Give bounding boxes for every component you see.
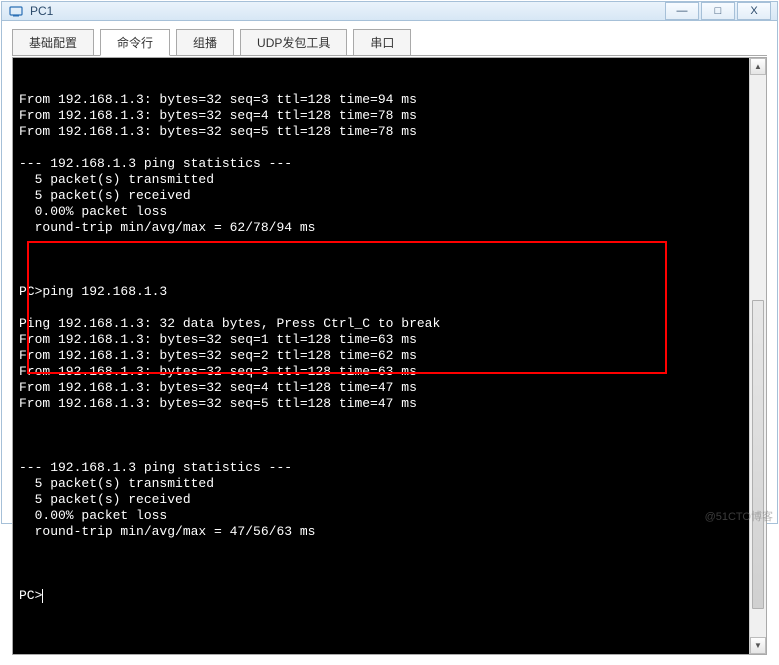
terminal-line: 0.00% packet loss: [19, 204, 760, 220]
terminal-line: From 192.168.1.3: bytes=32 seq=3 ttl=128…: [19, 92, 760, 108]
terminal-line: 0.00% packet loss: [19, 508, 760, 524]
prompt: PC>: [19, 588, 42, 603]
minimize-button[interactable]: —: [665, 2, 699, 20]
terminal-line: Ping 192.168.1.3: 32 data bytes, Press C…: [19, 316, 760, 332]
terminal-line: 5 packet(s) transmitted: [19, 476, 760, 492]
terminal-line: round-trip min/avg/max = 62/78/94 ms: [19, 220, 760, 236]
maximize-button[interactable]: □: [701, 2, 735, 20]
title-bar: PC1 — □ X: [2, 2, 777, 21]
terminal-line: From 192.168.1.3: bytes=32 seq=2 ttl=128…: [19, 348, 760, 364]
tab-command-line[interactable]: 命令行: [100, 29, 170, 56]
terminal-line: --- 192.168.1.3 ping statistics ---: [19, 156, 760, 172]
scroll-thumb[interactable]: [752, 300, 764, 609]
terminal-line: [19, 540, 760, 556]
terminal-line: PC>ping 192.168.1.3: [19, 284, 760, 300]
terminal[interactable]: From 192.168.1.3: bytes=32 seq=3 ttl=128…: [12, 57, 767, 655]
terminal-line: 5 packet(s) received: [19, 492, 760, 508]
terminal-line: 5 packet(s) received: [19, 188, 760, 204]
app-window: PC1 — □ X 基础配置 命令行 组播 UDP发包工具 串口 From 19…: [1, 1, 778, 524]
window-controls: — □ X: [663, 2, 771, 20]
scroll-down-button[interactable]: ▼: [750, 637, 766, 654]
terminal-line: --- 192.168.1.3 ping statistics ---: [19, 460, 760, 476]
scroll-up-button[interactable]: ▲: [750, 58, 766, 75]
tab-strip: 基础配置 命令行 组播 UDP发包工具 串口: [2, 21, 777, 56]
tab-multicast[interactable]: 组播: [176, 29, 234, 56]
terminal-line: [19, 444, 760, 460]
terminal-container: From 192.168.1.3: bytes=32 seq=3 ttl=128…: [2, 57, 777, 665]
terminal-line: From 192.168.1.3: bytes=32 seq=4 ttl=128…: [19, 380, 760, 396]
terminal-line: [19, 140, 760, 156]
cursor-icon: [42, 589, 43, 603]
terminal-line: From 192.168.1.3: bytes=32 seq=3 ttl=128…: [19, 364, 760, 380]
tab-basic-config[interactable]: 基础配置: [12, 29, 94, 56]
scroll-track[interactable]: [750, 75, 766, 637]
terminal-line: [19, 300, 760, 316]
window-title: PC1: [30, 4, 663, 18]
tab-udp-tool[interactable]: UDP发包工具: [240, 29, 347, 56]
terminal-line: round-trip min/avg/max = 47/56/63 ms: [19, 524, 760, 540]
close-button[interactable]: X: [737, 2, 771, 20]
terminal-line: From 192.168.1.3: bytes=32 seq=4 ttl=128…: [19, 108, 760, 124]
terminal-line: From 192.168.1.3: bytes=32 seq=5 ttl=128…: [19, 396, 760, 412]
tab-serial[interactable]: 串口: [353, 29, 411, 56]
terminal-line: From 192.168.1.3: bytes=32 seq=1 ttl=128…: [19, 332, 760, 348]
terminal-line: 5 packet(s) transmitted: [19, 172, 760, 188]
app-icon: [8, 3, 24, 19]
terminal-line: [19, 236, 760, 252]
terminal-line: From 192.168.1.3: bytes=32 seq=5 ttl=128…: [19, 124, 760, 140]
scrollbar[interactable]: ▲ ▼: [749, 58, 766, 654]
